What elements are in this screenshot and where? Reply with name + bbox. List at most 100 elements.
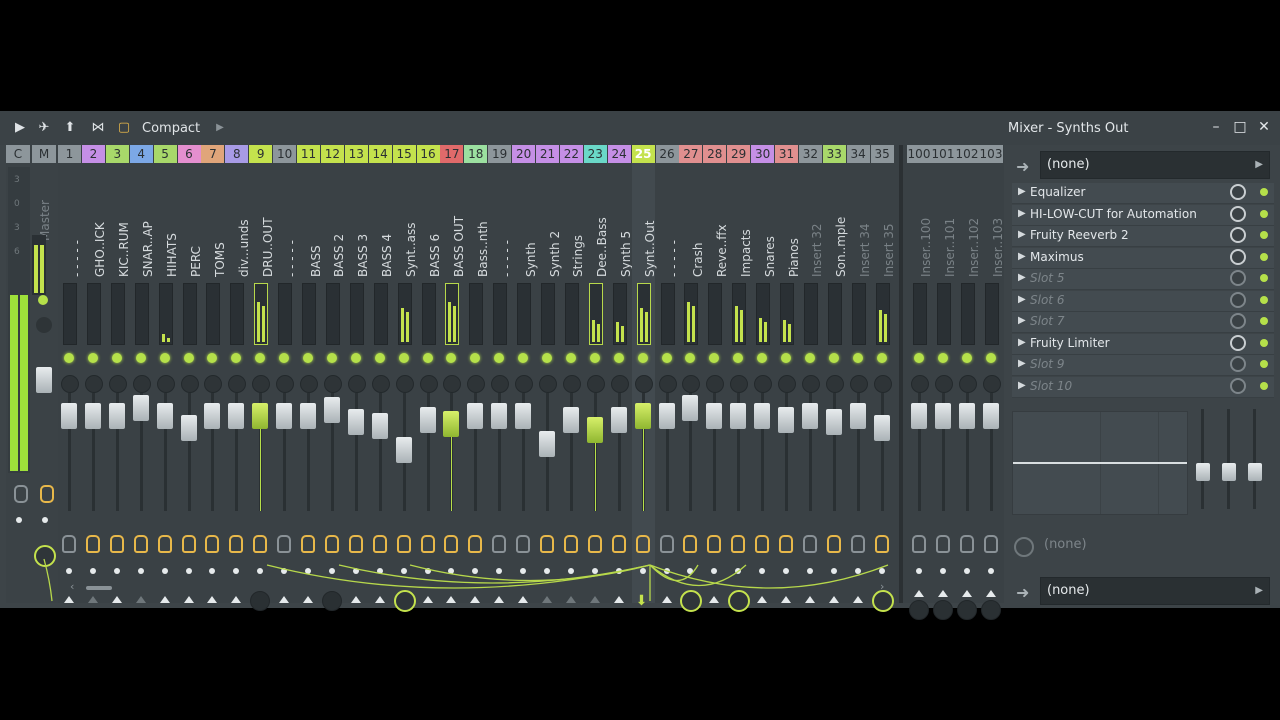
stereo-dot[interactable] <box>281 568 288 574</box>
channel-number[interactable]: 102 <box>955 145 979 163</box>
channel-name[interactable]: Bass..nth <box>464 171 490 281</box>
channel-enable-led[interactable] <box>255 353 266 363</box>
channel-enable-led[interactable] <box>914 353 924 363</box>
channel-enable-led[interactable] <box>542 353 552 363</box>
expand-arrow-icon[interactable]: ▶ <box>1018 186 1026 197</box>
bulb-icon[interactable] <box>468 535 483 553</box>
mixer-channel[interactable]: Synth 5 <box>608 163 633 603</box>
pan-knob[interactable] <box>61 375 79 393</box>
volume-fader[interactable] <box>228 403 245 429</box>
route-arrow-icon[interactable] <box>350 596 361 603</box>
channel-name[interactable]: - - - - - <box>656 171 681 281</box>
pan-knob[interactable] <box>132 375 151 393</box>
expand-arrow-icon[interactable]: ▶ <box>1018 337 1026 348</box>
horizontal-scrollbar[interactable]: ‹ › <box>70 580 890 594</box>
channel-enable-led[interactable] <box>398 353 409 363</box>
effect-slot[interactable]: ▶ Fruity Limiter <box>1012 333 1274 355</box>
bulb-icon[interactable] <box>960 535 974 553</box>
pan-knob[interactable] <box>419 375 438 393</box>
channel-name[interactable]: BASS 2 <box>321 171 346 281</box>
channel-enable-led[interactable] <box>207 353 218 363</box>
bulb-icon[interactable] <box>229 535 244 553</box>
stereo-dot[interactable] <box>591 568 598 574</box>
channel-number[interactable]: 27 <box>679 145 703 163</box>
channel-name[interactable]: Inser..101 <box>931 171 957 281</box>
channel-name[interactable]: Snares <box>751 171 777 281</box>
channel-name[interactable]: GHO..ICK <box>82 171 107 281</box>
bulb-icon[interactable] <box>635 535 650 553</box>
channel-name[interactable]: Synt..ass <box>393 171 418 281</box>
bulb-icon[interactable] <box>755 535 770 553</box>
pan-knob[interactable] <box>371 375 390 393</box>
volume-fader[interactable] <box>983 403 999 429</box>
route-arrow-icon[interactable] <box>661 596 672 603</box>
pan-knob[interactable] <box>706 375 725 393</box>
volume-fader[interactable] <box>515 403 532 429</box>
pan-knob[interactable] <box>347 375 366 393</box>
channel-number[interactable]: 18 <box>464 145 488 163</box>
bulb-icon[interactable] <box>324 535 339 553</box>
channel-enable-led[interactable] <box>852 353 863 363</box>
stereo-dot[interactable] <box>940 568 946 574</box>
slot-enable-led[interactable] <box>1260 209 1268 218</box>
bulb-icon[interactable] <box>587 535 602 553</box>
bulb-icon[interactable] <box>731 535 746 553</box>
minimize-icon[interactable]: – <box>1208 119 1224 135</box>
channel-name[interactable]: Inser..103 <box>979 171 1005 281</box>
effect-slot[interactable]: ▶ Slot 10 <box>1012 376 1274 398</box>
channel-number[interactable]: 28 <box>703 145 727 163</box>
expand-arrow-icon[interactable]: ▶ <box>1018 208 1026 219</box>
route-arrow-icon[interactable] <box>422 596 433 603</box>
volume-fader[interactable] <box>300 403 316 429</box>
channel-enable-led[interactable] <box>64 353 74 363</box>
route-arrow-icon[interactable] <box>207 596 218 603</box>
channel-name[interactable]: Reve..ffx <box>703 171 729 281</box>
master-dot[interactable] <box>42 517 48 523</box>
bulb-icon[interactable] <box>157 535 172 553</box>
master-led[interactable] <box>38 295 48 305</box>
channel-enable-led[interactable] <box>613 353 624 363</box>
expand-arrow-icon[interactable]: ▶ <box>1018 251 1026 262</box>
channel-enable-led[interactable] <box>661 353 672 363</box>
expand-arrow-icon[interactable]: ▶ <box>1018 294 1026 305</box>
stereo-dot[interactable] <box>916 568 922 574</box>
mix-knob[interactable] <box>1230 291 1246 308</box>
bulb-icon[interactable] <box>420 535 435 553</box>
volume-fader[interactable] <box>586 417 603 443</box>
route-arrow-icon[interactable] <box>828 596 839 603</box>
mixer-channel[interactable]: Impacts <box>727 163 753 612</box>
mixer-channel[interactable]: Inser..102 <box>955 163 981 620</box>
channel-number[interactable]: 35 <box>870 145 894 163</box>
stereo-dot[interactable] <box>472 568 479 574</box>
stereo-dot[interactable] <box>137 568 144 574</box>
channel-number[interactable]: 100 <box>907 145 931 163</box>
channel-number[interactable]: 13 <box>344 145 368 163</box>
stereo-dot[interactable] <box>830 568 837 574</box>
pan-knob[interactable] <box>634 375 653 393</box>
channel-name[interactable]: BASS 4 <box>369 171 394 281</box>
bulb-icon[interactable] <box>683 535 698 553</box>
mixer-channel[interactable]: GHO..ICK <box>82 163 107 603</box>
stereo-dot[interactable] <box>520 568 527 574</box>
channel-name[interactable]: Son..mple <box>823 171 848 281</box>
scroll-right-icon[interactable]: › <box>880 580 884 593</box>
channel-name[interactable]: Synth <box>512 171 538 281</box>
pan-knob[interactable] <box>443 375 462 393</box>
channel-number[interactable]: 6 <box>177 145 201 163</box>
channel-number[interactable]: 17 <box>440 145 464 163</box>
volume-fader[interactable] <box>610 407 627 433</box>
upload-icon[interactable]: ⬆ <box>62 121 78 135</box>
mix-knob[interactable] <box>1230 184 1246 200</box>
volume-fader[interactable] <box>61 403 77 429</box>
slot-enable-led[interactable] <box>1260 381 1268 390</box>
eq-band-slider[interactable] <box>1248 463 1262 481</box>
route-arrow-icon[interactable] <box>565 596 576 603</box>
mixer-channel[interactable]: SNAR..AP <box>130 163 155 603</box>
stereo-dot[interactable] <box>544 568 550 574</box>
volume-fader[interactable] <box>935 403 951 429</box>
volume-fader[interactable] <box>395 437 412 463</box>
route-arrow-icon[interactable] <box>494 596 505 603</box>
layout-compact-label[interactable]: Compact <box>142 121 200 136</box>
mixer-channel[interactable]: Son..mple <box>823 163 848 603</box>
slot-enable-led[interactable] <box>1260 231 1268 239</box>
